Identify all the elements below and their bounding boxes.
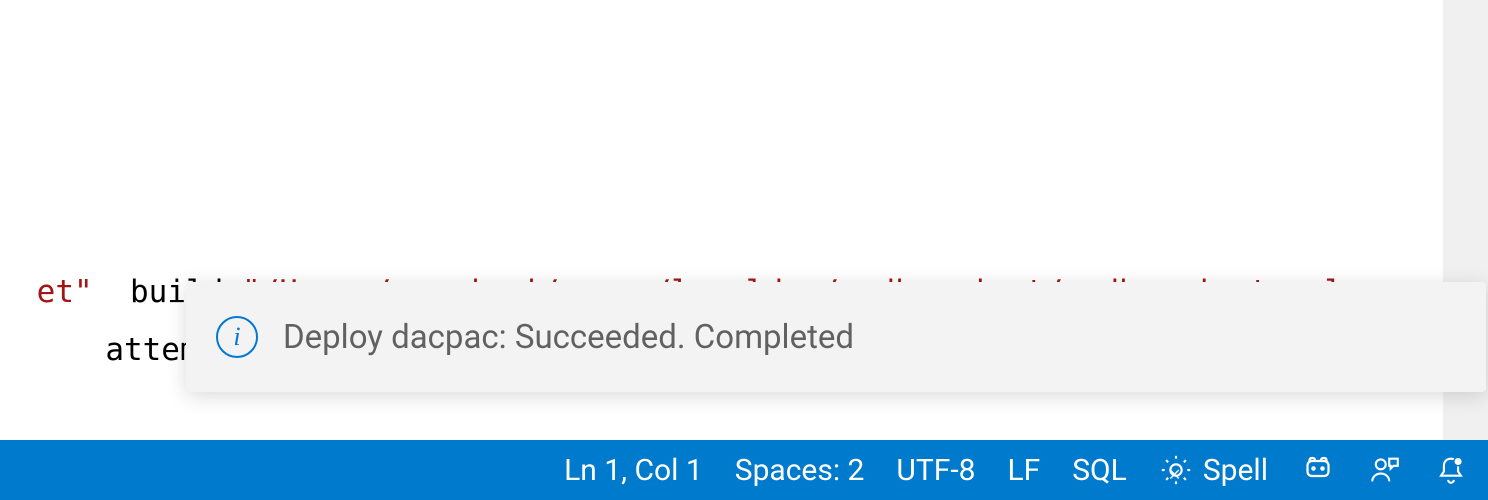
status-bar: Ln 1, Col 1 Spaces: 2 UTF-8 LF SQL Spell bbox=[0, 440, 1488, 500]
info-icon-label: i bbox=[233, 322, 240, 352]
eol-label: LF bbox=[1007, 453, 1040, 488]
indentation-label: Spaces: 2 bbox=[735, 453, 865, 488]
notification-toast[interactable]: i Deploy dacpac: Succeeded. Completed bbox=[186, 282, 1486, 392]
cursor-position[interactable]: Ln 1, Col 1 bbox=[564, 453, 703, 488]
copilot-button[interactable] bbox=[1300, 452, 1336, 488]
eol-selector[interactable]: LF bbox=[1007, 453, 1040, 488]
encoding-label: UTF-8 bbox=[896, 453, 975, 488]
person-feedback-icon bbox=[1368, 453, 1402, 487]
notification-message: Deploy dacpac: Succeeded. Completed bbox=[283, 318, 854, 357]
copilot-icon bbox=[1300, 452, 1336, 488]
spell-label: Spell bbox=[1203, 453, 1268, 488]
notifications-button[interactable] bbox=[1434, 453, 1468, 487]
bell-icon bbox=[1434, 453, 1468, 487]
encoding-selector[interactable]: UTF-8 bbox=[896, 453, 975, 488]
bug-gear-icon bbox=[1159, 453, 1193, 487]
feedback-button[interactable] bbox=[1368, 453, 1402, 487]
cursor-position-label: Ln 1, Col 1 bbox=[564, 453, 703, 488]
language-label: SQL bbox=[1072, 453, 1127, 488]
info-icon: i bbox=[216, 316, 258, 358]
language-selector[interactable]: SQL bbox=[1072, 453, 1127, 488]
spell-check-button[interactable]: Spell bbox=[1159, 453, 1268, 488]
indentation-selector[interactable]: Spaces: 2 bbox=[735, 453, 865, 488]
